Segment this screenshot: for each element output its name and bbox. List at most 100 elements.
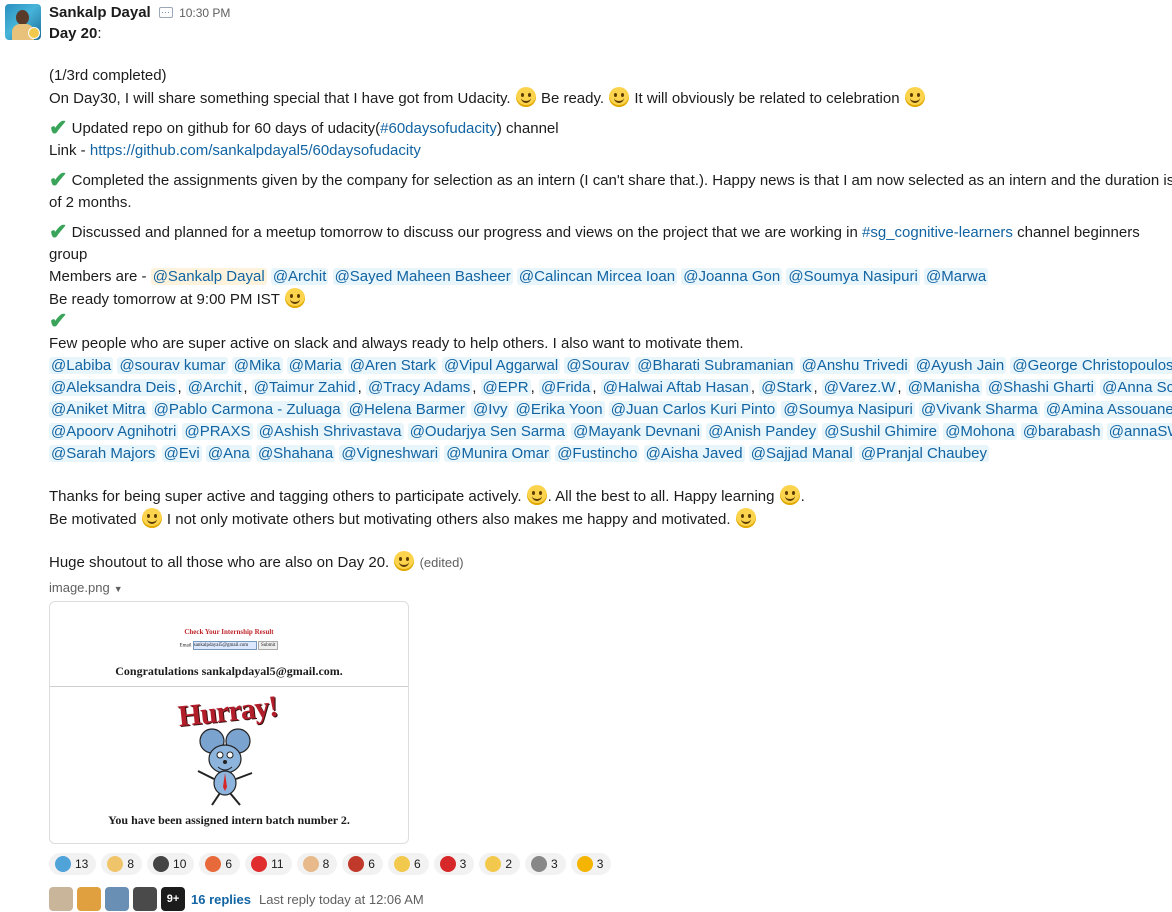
user-mention[interactable]: @Vipul Aggarwal [441,357,561,374]
user-mention[interactable]: @Sajjad Manal [748,445,855,462]
user-mention[interactable]: @Sarah Majors [49,445,158,462]
user-mention[interactable]: @Aren Stark [347,357,438,374]
file-name[interactable]: image.png [49,580,110,595]
user-mention[interactable]: @Pablo Carmona - Zuluaga [151,401,343,418]
mention-row: @Aniket Mitra @Pablo Carmona - Zuluaga @… [49,399,1172,421]
motivated-text: Be motivated [49,511,141,528]
user-mention[interactable]: @Varez.W [821,379,898,396]
user-mention[interactable]: @Anshu Trivedi [799,357,910,374]
reply-avatar[interactable] [105,887,129,911]
user-mention[interactable]: @Fustincho [555,445,640,462]
reaction-pill[interactable]: 3 [433,853,475,875]
user-mention[interactable]: @Ana [205,445,252,462]
user-mention[interactable]: @Shahana [255,445,336,462]
reply-avatar[interactable] [49,887,73,911]
comma-separator: , [177,379,182,396]
day30-line: On Day30, I will share something special… [49,87,1164,110]
user-mention[interactable]: @Sayed Maheen Basheer [332,268,513,285]
reaction-pill[interactable]: 13 [49,853,97,875]
thread-summary[interactable]: 9+ 16 replies Last reply today at 12:06 … [49,887,1164,911]
comma-separator: , [472,379,477,396]
user-mention[interactable]: @Munira Omar [444,445,552,462]
user-mention[interactable]: @Mohona [943,423,1017,440]
user-mention[interactable]: @Mika [231,357,283,374]
user-mention[interactable]: @Amina Assouane [1043,401,1172,418]
user-mention[interactable]: @annaSWE [1106,423,1172,440]
user-mention[interactable]: @Sourav [564,357,632,374]
reaction-pill[interactable]: 2 [479,853,520,875]
user-mention[interactable]: @Halwai Aftab Hasan [600,379,751,396]
user-mention[interactable]: @Calincan Mircea Ioan [516,268,678,285]
github-link[interactable]: https://github.com/sankalpdayal5/60dayso… [90,142,421,159]
user-mention[interactable]: @Anna Scott [1100,379,1172,396]
user-mention[interactable]: @Helena Barmer [346,401,467,418]
user-mention[interactable]: @Frida [538,379,593,396]
user-mention[interactable]: @Aleksandra Deis [49,379,178,396]
user-mention[interactable]: @Archit [185,379,244,396]
user-mention[interactable]: @Ayush Jain [913,357,1007,374]
user-mention[interactable]: @Vivank Sharma [919,401,1040,418]
author-avatar[interactable] [5,4,41,40]
submit-button: Submit [258,641,279,650]
user-mention[interactable]: @Soumya Nasipuri [786,268,920,285]
day-label: Day 20 [49,25,98,42]
user-mention[interactable]: @Archit [270,268,329,285]
user-mention[interactable]: @Oudarjya Sen Sarma [407,423,567,440]
user-mention[interactable]: @Shashi Gharti [985,379,1096,396]
reaction-count: 6 [413,857,421,871]
author-name[interactable]: Sankalp Dayal [49,4,151,21]
mention-row: @Labiba @sourav kumar @Mika @Maria @Aren… [49,355,1172,377]
user-mention[interactable]: @Maria [286,357,344,374]
user-mention[interactable]: @Pranjal Chaubey [858,445,990,462]
chevron-down-icon[interactable]: ▼ [114,584,123,594]
user-mention[interactable]: @Bharati Subramanian [635,357,796,374]
user-mention[interactable]: @Aniket Mitra [49,401,148,418]
file-header[interactable]: image.png ▼ [49,579,1164,597]
user-mention[interactable]: @Sushil Ghimire [822,423,940,440]
reaction-pill[interactable]: 3 [525,853,566,875]
user-mention[interactable]: @Aisha Javed [643,445,745,462]
more-repliers-badge[interactable]: 9+ [161,887,185,911]
user-mention[interactable]: @George Christopoulos [1010,357,1172,374]
user-mention[interactable]: @Juan Carlos Kuri Pinto [608,401,778,418]
user-mention[interactable]: @Mayank Devnani [571,423,703,440]
timestamp[interactable]: 10:30 PM [179,6,230,20]
reaction-pill[interactable]: 6 [387,853,429,875]
user-mention[interactable]: @Ashish Shrivastava [256,423,404,440]
user-mention[interactable]: @Manisha [905,379,982,396]
user-mention[interactable]: @Apoorv Agnihotri [49,423,179,440]
reaction-pill[interactable]: 8 [101,853,143,875]
user-mention[interactable]: @barabash [1020,423,1103,440]
reaction-pill[interactable]: 11 [245,853,292,875]
channel-link-60days[interactable]: #60daysofudacity [380,120,497,137]
user-mention[interactable]: @Soumya Nasipuri [781,401,915,418]
link-prefix: Link - [49,142,90,159]
assignment-line-2: of 2 months. [49,194,132,211]
user-mention[interactable]: @Erika Yoon [513,401,605,418]
user-mention[interactable]: @Taimur Zahid [251,379,358,396]
channel-link-sg-cognitive[interactable]: #sg_cognitive-learners [862,224,1013,241]
user-mention[interactable]: @Ivy [471,401,510,418]
user-mention[interactable]: @Joanna Gon [681,268,783,285]
user-mention[interactable]: @Evi [161,445,202,462]
user-mention[interactable]: @EPR [480,379,531,396]
reaction-pill[interactable]: 10 [147,853,195,875]
user-mention[interactable]: @Labiba [49,357,114,374]
user-mention[interactable]: @sourav kumar [117,357,228,374]
reply-avatar[interactable] [77,887,101,911]
image-attachment[interactable]: Check Your Internship Result Email sanka… [49,601,409,844]
reaction-pill[interactable]: 6 [342,853,383,875]
user-mention[interactable]: @Sankalp Dayal [150,268,267,285]
reply-avatar[interactable] [133,887,157,911]
user-mention[interactable]: @PRAXS [182,423,253,440]
user-mention[interactable]: @Stark [759,379,814,396]
user-mention[interactable]: @Marwa [924,268,989,285]
user-mention[interactable]: @Tracy Adams [366,379,473,396]
reaction-pill[interactable]: 6 [199,853,241,875]
user-mention[interactable]: @Anish Pandey [706,423,819,440]
reaction-pill[interactable]: 8 [296,853,338,875]
reaction-pill[interactable]: 3 [570,853,612,875]
replies-link[interactable]: 16 replies [191,892,251,907]
user-mention[interactable]: @Vigneshwari [339,445,441,462]
check-mark-icon: ✔ [49,115,68,140]
